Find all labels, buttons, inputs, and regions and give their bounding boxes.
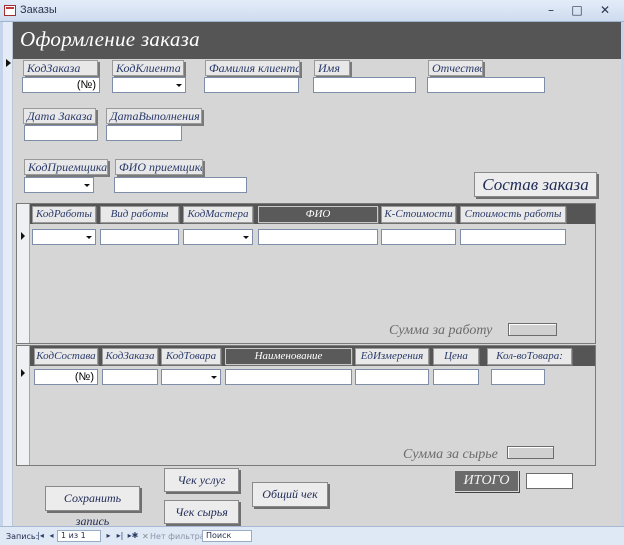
form-icon	[4, 5, 16, 16]
close-button[interactable]: ✕	[594, 2, 616, 18]
works-work-id-combobox[interactable]	[32, 229, 96, 245]
record-navigation-bar: Запись: |◂ ◂ 1 из 1 ▸ ▸| ▸✱ ✕ Нет фильтр…	[0, 526, 624, 545]
materials-price-field[interactable]	[433, 369, 479, 385]
total-field[interactable]	[526, 473, 573, 489]
record-label: Запись:	[6, 532, 39, 541]
materials-col-order-id: КодЗаказа	[102, 348, 158, 365]
current-row-arrow-icon	[21, 369, 25, 377]
total-label: ИТОГО	[454, 470, 519, 492]
last-record-button[interactable]: ▸|	[114, 530, 126, 541]
search-field[interactable]: Поиск	[202, 530, 252, 542]
works-col-master-id: КодМастера	[183, 206, 253, 223]
order-date-field[interactable]	[24, 125, 98, 141]
order-contents-button[interactable]: Состав заказа	[474, 172, 597, 197]
materials-receipt-button[interactable]: Чек сырья	[164, 500, 239, 524]
client-patronymic-field[interactable]	[427, 77, 545, 93]
client-lastname-label: Фамилия клиента	[205, 60, 300, 76]
materials-record-selector[interactable]	[17, 346, 30, 465]
materials-col-name: Наименование	[225, 348, 352, 365]
order-date-label: Дата Заказа	[23, 108, 96, 124]
window-title: Заказы	[20, 4, 57, 16]
window-titlebar: Заказы – □ ✕	[0, 0, 624, 22]
materials-product-id-combobox[interactable]	[161, 369, 221, 385]
materials-composition-id-field[interactable]: (№)	[34, 369, 98, 385]
dropdown-arrow-icon[interactable]	[211, 376, 217, 379]
receiver-id-combobox[interactable]	[24, 177, 94, 193]
total-receipt-button[interactable]: Общий чек	[252, 482, 328, 507]
client-id-label: КодКлиента	[112, 60, 184, 76]
works-cost-coef-field[interactable]	[381, 229, 456, 245]
client-patronymic-label: Отчество	[428, 60, 483, 76]
client-lastname-field[interactable]	[204, 77, 299, 93]
materials-quantity-field[interactable]	[491, 369, 545, 385]
materials-name-field[interactable]	[225, 369, 352, 385]
materials-col-quantity: Кол-воТовара:	[487, 348, 572, 365]
works-master-id-combobox[interactable]	[183, 229, 253, 245]
save-record-button[interactable]: Сохранить запись	[45, 486, 140, 528]
next-record-button[interactable]: ▸	[104, 530, 113, 541]
works-work-type-field[interactable]	[100, 229, 179, 245]
works-full-name-field[interactable]	[258, 229, 378, 245]
previous-record-button[interactable]: ◂	[47, 530, 56, 541]
works-record-selector[interactable]	[17, 204, 30, 343]
filter-status[interactable]: Нет фильтра	[150, 532, 205, 541]
works-col-work-id: КодРаботы	[32, 206, 96, 223]
order-id-label: КодЗаказа	[23, 60, 98, 76]
form-title: Оформление заказа	[20, 27, 200, 51]
no-filter-icon[interactable]: ✕	[142, 532, 149, 541]
maximize-button[interactable]: □	[566, 2, 588, 18]
works-col-work-type: Вид работы	[100, 206, 179, 223]
current-record-field[interactable]: 1 из 1	[57, 530, 101, 542]
minimize-button[interactable]: –	[540, 2, 562, 18]
completion-date-label: ДатаВыполнения	[106, 108, 202, 124]
receiver-name-field[interactable]	[114, 177, 247, 193]
dropdown-arrow-icon[interactable]	[86, 236, 92, 239]
first-record-button[interactable]: |◂	[36, 530, 45, 541]
materials-order-id-field[interactable]	[102, 369, 158, 385]
record-selector[interactable]	[3, 22, 13, 526]
works-col-full-name: ФИО	[258, 206, 378, 223]
order-id-field[interactable]: (№)	[22, 77, 100, 93]
services-receipt-button[interactable]: Чек услуг	[164, 468, 239, 492]
client-firstname-label: Имя	[314, 60, 350, 76]
dropdown-arrow-icon[interactable]	[84, 184, 90, 187]
client-id-combobox[interactable]	[112, 77, 186, 93]
receiver-id-label: КодПриемщика	[24, 159, 108, 175]
materials-unit-field[interactable]	[355, 369, 429, 385]
dropdown-arrow-icon[interactable]	[243, 236, 249, 239]
works-col-work-cost: Стоимость работы	[460, 206, 566, 223]
completion-date-field[interactable]	[106, 125, 182, 141]
materials-sum-field[interactable]	[507, 446, 554, 459]
works-sum-field[interactable]	[508, 323, 557, 336]
works-sum-label: Сумма за работу	[389, 323, 493, 338]
materials-col-composition-id: КодСостава	[34, 348, 98, 365]
receiver-name-label: ФИО приемщика	[115, 159, 203, 175]
materials-col-price: Цена	[433, 348, 479, 365]
works-col-cost-coef: К-Стоимости	[381, 206, 456, 223]
client-firstname-field[interactable]	[313, 77, 416, 93]
current-record-arrow-icon	[6, 59, 11, 67]
dropdown-arrow-icon[interactable]	[176, 84, 182, 87]
current-row-arrow-icon	[21, 232, 25, 240]
new-record-button[interactable]: ▸✱	[127, 530, 139, 541]
materials-sum-label: Сумма за сырье	[403, 447, 498, 462]
works-work-cost-field[interactable]	[460, 229, 566, 245]
materials-col-product-id: КодТовара	[161, 348, 221, 365]
materials-col-unit: ЕдИзмерения	[355, 348, 429, 365]
